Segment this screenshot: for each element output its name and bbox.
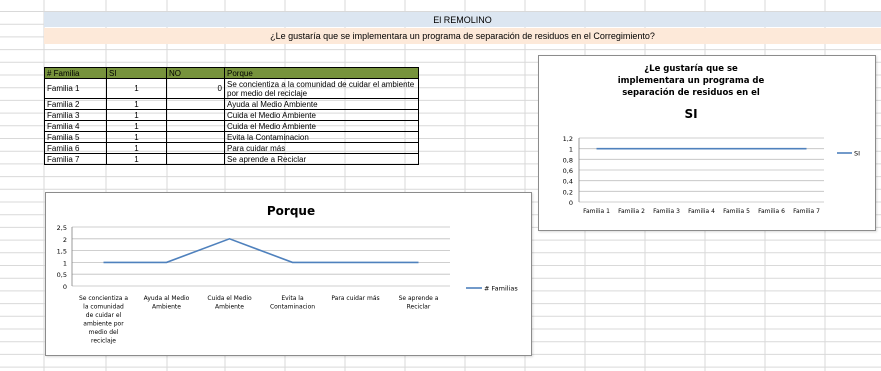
cell-si[interactable]: 1 [106, 78, 167, 99]
cell-familia[interactable]: Familia 1 [44, 78, 107, 99]
chart-porque[interactable]: Porque 0 0,5 1 1,5 2 2,5 Se concientiza a la com… [45, 192, 532, 356]
x-tick-label: Familia 4 [688, 208, 715, 215]
y-tick-label: 0,2 [563, 188, 573, 196]
cell-familia[interactable]: Familia 3 [44, 109, 107, 121]
cell-familia[interactable]: Familia 7 [44, 153, 107, 165]
chart-si-canvas: ¿Le gustaría que se implementara un progr… [563, 64, 860, 215]
header-cell-familia[interactable]: # Familia [44, 67, 107, 79]
table-header-row: # Familia SI NO Porque [44, 67, 419, 79]
chart-title-line: ¿Le gustaría que se [644, 64, 738, 74]
x-tick-label: Familia 3 [653, 208, 680, 215]
cell-porque[interactable]: Cuida el Medio Ambiente [224, 120, 419, 132]
table-row: Familia 1 1 0 Se concientiza a la comuni… [44, 78, 419, 99]
chart-porque-canvas: Porque 0 0,5 1 1,5 2 2,5 Se concientiza a la com… [57, 204, 519, 345]
cell-si[interactable]: 1 [106, 142, 167, 154]
y-tick-label: 1 [63, 259, 67, 267]
x-tick-label: Familia 6 [758, 208, 785, 215]
cell-no[interactable] [166, 109, 225, 121]
x-tick-label: la comunidad [83, 304, 124, 311]
cell-si[interactable]: 1 [106, 131, 167, 143]
x-tick-label: ambiente por [83, 321, 124, 328]
x-tick-label: Ayuda al Medio [144, 295, 190, 302]
x-tick-label: Se aprende a [399, 295, 439, 302]
cell-no[interactable] [166, 131, 225, 143]
x-tick-label: Se concientiza a [79, 295, 128, 302]
cell-familia[interactable]: Familia 2 [44, 98, 107, 110]
survey-table: # Familia SI NO Porque Familia 1 1 0 Se … [44, 67, 419, 165]
header-cell-no[interactable]: NO [166, 67, 225, 79]
legend-label: # Familias [484, 285, 518, 293]
y-tick-label: 0 [63, 283, 67, 291]
table-row: Familia 6 1 Para cuidar más [44, 142, 419, 154]
y-tick-label: 1 [569, 146, 573, 154]
sheet-title-banner[interactable]: El REMOLINO [44, 12, 881, 27]
x-tick-label: Reciclar [407, 304, 431, 311]
cell-no[interactable] [166, 98, 225, 110]
x-tick-label: Familia 1 [583, 208, 610, 215]
table-row: Familia 4 1 Cuida el Medio Ambiente [44, 120, 419, 132]
x-tick-label: Familia 2 [618, 208, 645, 215]
header-cell-porque[interactable]: Porque [224, 67, 419, 79]
cell-si[interactable]: 1 [106, 98, 167, 110]
cell-familia[interactable]: Familia 4 [44, 120, 107, 132]
y-tick-label: 0,8 [563, 156, 573, 164]
header-cell-si[interactable]: SI [106, 67, 167, 79]
legend-label: SI [854, 150, 860, 158]
y-tick-label: 1,2 [563, 135, 573, 143]
y-tick-label: 0 [569, 199, 573, 207]
cell-si[interactable]: 1 [106, 120, 167, 132]
chart-title-line: implementara un programa de [618, 76, 765, 86]
y-tick-label: 0,6 [563, 167, 573, 175]
x-tick-label: Familia 5 [723, 208, 750, 215]
survey-question: ¿Le gustaría que se implementara un prog… [270, 31, 655, 41]
x-tick-label: Evita la [281, 295, 304, 302]
cell-si[interactable]: 1 [106, 109, 167, 121]
chart-title: SI [684, 107, 697, 121]
cell-porque[interactable]: Ayuda al Medio Ambiente [224, 98, 419, 110]
cell-porque[interactable]: Para cuidar más [224, 142, 419, 154]
x-tick-label: Familia 7 [793, 208, 820, 215]
cell-no[interactable] [166, 142, 225, 154]
y-tick-label: 2,5 [57, 224, 67, 232]
x-tick-label: medio del [89, 329, 119, 336]
x-tick-label: de cuidar el [86, 312, 122, 319]
cell-porque[interactable]: Cuida el Medio Ambiente [224, 109, 419, 121]
chart-title-line: separación de residuos en el [622, 87, 760, 98]
cell-familia[interactable]: Familia 5 [44, 131, 107, 143]
x-tick-label: Cuida el Medio [207, 295, 252, 302]
y-tick-label: 0,5 [57, 271, 67, 279]
x-tick-label: reciclaje [91, 338, 116, 345]
x-tick-label: Ambiente [152, 304, 181, 311]
y-tick-label: 2 [63, 236, 67, 244]
cell-no[interactable] [166, 120, 225, 132]
survey-question-banner[interactable]: ¿Le gustaría que se implementara un prog… [44, 28, 881, 44]
table-row: Familia 7 1 Se aprende a Reciclar [44, 153, 419, 165]
cell-no[interactable] [166, 153, 225, 165]
cell-porque[interactable]: Se aprende a Reciclar [224, 153, 419, 165]
chart-si[interactable]: ¿Le gustaría que se implementara un progr… [538, 55, 876, 231]
cell-porque[interactable]: Evita la Contaminacion [224, 131, 419, 143]
y-tick-label: 0,4 [563, 178, 573, 186]
cell-porque[interactable]: Se concientiza a la comunidad de cuidar … [224, 78, 419, 99]
cell-si[interactable]: 1 [106, 153, 167, 165]
cell-familia[interactable]: Familia 6 [44, 142, 107, 154]
x-tick-label: Contaminacion [270, 304, 315, 311]
table-row: Familia 5 1 Evita la Contaminacion [44, 131, 419, 143]
table-row: Familia 3 1 Cuida el Medio Ambiente [44, 109, 419, 121]
x-tick-label: Para cuidar más [331, 295, 379, 302]
y-tick-label: 1,5 [57, 248, 67, 256]
cell-no[interactable]: 0 [166, 78, 225, 99]
sheet-title: El REMOLINO [433, 14, 492, 25]
chart-title: Porque [267, 204, 315, 218]
x-tick-label: Ambiente [215, 304, 244, 311]
table-row: Familia 2 1 Ayuda al Medio Ambiente [44, 98, 419, 110]
